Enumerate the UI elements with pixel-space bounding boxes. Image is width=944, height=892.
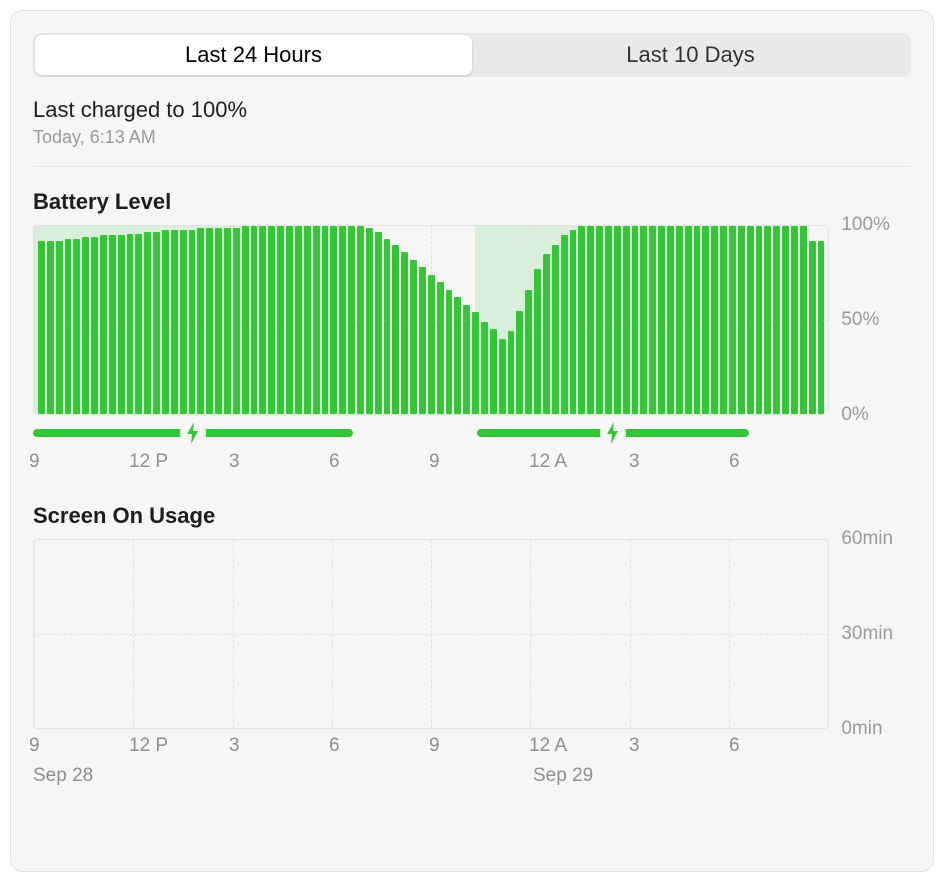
- battery-usage-panel: Last 24 Hours Last 10 Days Last charged …: [10, 10, 934, 872]
- charging-indicator-row: [33, 423, 833, 445]
- y-tick: 30min: [841, 623, 893, 645]
- x-tick: 12 A: [529, 451, 567, 473]
- battery-x-axis: 912 P36912 A36: [33, 451, 833, 481]
- x-tick: 6: [329, 451, 340, 473]
- x-tick: 12 P: [129, 735, 168, 757]
- x-tick: 3: [229, 451, 240, 473]
- battery-level-chart: 100%50%0%: [33, 225, 911, 415]
- x-tick: 12 P: [129, 451, 168, 473]
- y-tick: 0min: [841, 718, 882, 740]
- tab-last-10-days[interactable]: Last 10 Days: [472, 35, 909, 75]
- charging-bolt-icon: [600, 420, 626, 446]
- x-tick: 6: [729, 735, 740, 757]
- screen-on-title: Screen On Usage: [33, 503, 911, 529]
- last-charged-title: Last charged to 100%: [33, 97, 911, 123]
- x-tick: 3: [629, 451, 640, 473]
- battery-y-axis: 100%50%0%: [841, 225, 911, 415]
- y-tick: 50%: [841, 309, 879, 331]
- x-tick: 3: [229, 735, 240, 757]
- x-tick: 9: [29, 735, 40, 757]
- x-tick: 9: [429, 451, 440, 473]
- range-segmented-control: Last 24 Hours Last 10 Days: [33, 33, 911, 77]
- charging-bolt-icon: [180, 420, 206, 446]
- x-tick: 6: [329, 735, 340, 757]
- battery-level-plot: [33, 225, 829, 415]
- screen-on-plot: [33, 539, 829, 729]
- battery-level-title: Battery Level: [33, 189, 911, 215]
- y-tick: 0%: [841, 404, 868, 426]
- screen-x-axis: 912 P36912 A36Sep 28Sep 29: [33, 735, 833, 793]
- x-tick: 12 A: [529, 735, 567, 757]
- last-charged-subtitle: Today, 6:13 AM: [33, 127, 911, 167]
- y-tick: 60min: [841, 528, 893, 550]
- y-tick: 100%: [841, 214, 890, 236]
- x-tick: 9: [429, 735, 440, 757]
- x-tick: 9: [29, 451, 40, 473]
- tab-last-24-hours[interactable]: Last 24 Hours: [35, 35, 472, 75]
- x-tick: 6: [729, 451, 740, 473]
- date-label: Sep 28: [33, 765, 93, 787]
- screen-on-chart: 60min30min0min: [33, 539, 911, 729]
- x-tick: 3: [629, 735, 640, 757]
- screen-y-axis: 60min30min0min: [841, 539, 911, 729]
- date-label: Sep 29: [533, 765, 593, 787]
